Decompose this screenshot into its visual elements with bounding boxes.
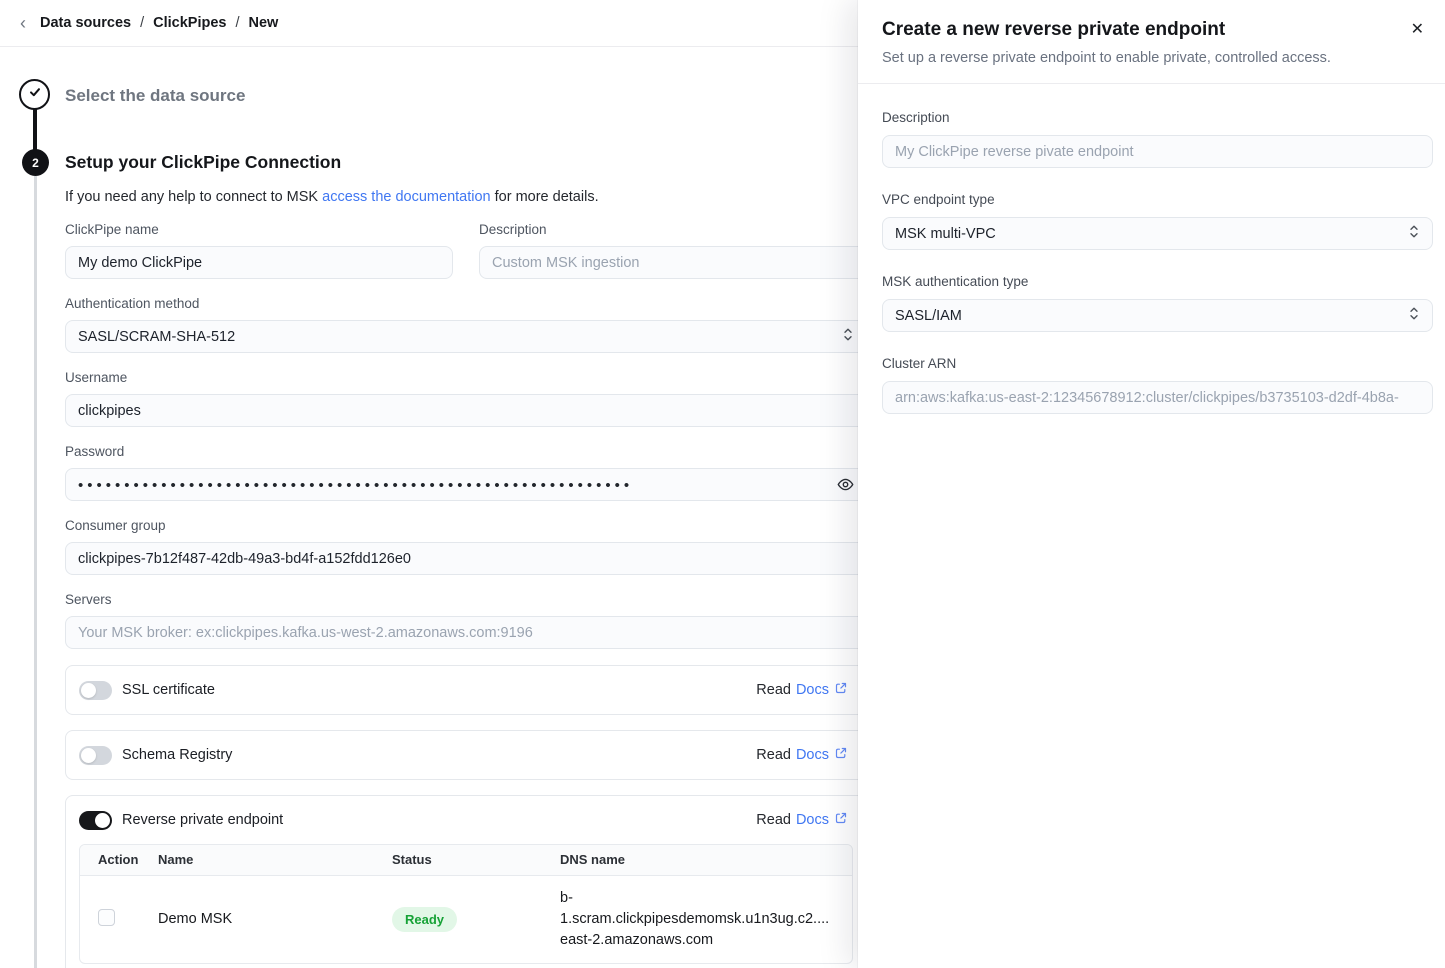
endpoint-name-cell: Demo MSK <box>158 875 392 963</box>
panel-description-input[interactable] <box>882 135 1433 168</box>
chevron-up-down-icon <box>842 327 854 346</box>
external-link-icon[interactable] <box>834 681 848 699</box>
reverse-endpoint-table: Action Name Status DNS name Demo MSK Rea… <box>79 844 853 964</box>
panel-description-field: Description <box>882 110 1433 168</box>
status-badge: Ready <box>392 907 457 932</box>
clickpipes-setup-page: ‹ Data sources / ClickPipes / New 2 Sele… <box>0 0 1445 968</box>
description-input[interactable] <box>479 246 867 279</box>
dns-line: 1.scram.clickpipesdemomsk.u1n3ug.c2.... <box>560 909 852 930</box>
step-1-complete-indicator <box>19 79 50 110</box>
description-label: Description <box>479 222 867 238</box>
schema-registry-section: Schema Registry Read Docs <box>65 730 867 780</box>
reverse-endpoint-docs-link[interactable]: Docs <box>796 812 829 828</box>
authentication-method-select[interactable]: SASL/SCRAM-SHA-512 <box>65 320 867 353</box>
external-link-icon[interactable] <box>834 811 848 829</box>
back-chevron-icon[interactable]: ‹ <box>20 14 26 32</box>
password-label: Password <box>65 444 867 460</box>
reverse-private-endpoint-label: Reverse private endpoint <box>122 812 283 828</box>
main-content: Select the data source Setup your ClickP… <box>65 47 867 968</box>
username-label: Username <box>65 370 867 386</box>
step-2-title: Setup your ClickPipe Connection <box>65 152 867 173</box>
cluster-arn-input[interactable] <box>882 381 1433 414</box>
cluster-arn-field: Cluster ARN <box>882 356 1433 414</box>
breadcrumb-separator: / <box>235 15 239 31</box>
ssl-certificate-section: SSL certificate Read Docs <box>65 665 867 715</box>
show-password-eye-icon[interactable] <box>837 476 854 493</box>
external-link-icon[interactable] <box>834 746 848 764</box>
msk-authentication-type-label: MSK authentication type <box>882 274 1433 290</box>
ssl-certificate-toggle[interactable] <box>79 681 112 700</box>
panel-description-label: Description <box>882 110 1433 126</box>
clickpipe-name-field: ClickPipe name <box>65 222 453 279</box>
consumer-group-label: Consumer group <box>65 518 867 534</box>
step-2-indicator: 2 <box>22 149 49 176</box>
msk-authentication-type-field: MSK authentication type SASL/IAM <box>882 274 1433 332</box>
servers-field: Servers <box>65 592 867 649</box>
ssl-docs-link[interactable]: Docs <box>796 682 829 698</box>
dns-line: east-2.amazonaws.com <box>560 930 852 951</box>
servers-label: Servers <box>65 592 867 608</box>
schema-registry-toggle[interactable] <box>79 746 112 765</box>
row-select-checkbox[interactable] <box>98 909 115 926</box>
column-header-status: Status <box>392 845 560 875</box>
column-header-dns-name: DNS name <box>560 845 852 875</box>
panel-title: Create a new reverse private endpoint <box>882 18 1425 42</box>
vpc-endpoint-type-field: VPC endpoint type MSK multi-VPC <box>882 192 1433 250</box>
breadcrumb-separator: / <box>140 15 144 31</box>
help-text-before: If you need any help to connect to MSK <box>65 189 322 205</box>
vpc-endpoint-type-label: VPC endpoint type <box>882 192 1433 208</box>
msk-authentication-type-select[interactable]: SASL/IAM <box>882 299 1433 332</box>
authentication-method-field: Authentication method SASL/SCRAM-SHA-512 <box>65 296 867 353</box>
breadcrumb-new: New <box>248 15 278 31</box>
documentation-link[interactable]: access the documentation <box>322 189 490 205</box>
consumer-group-input[interactable] <box>65 542 867 575</box>
dns-name-cell: b- 1.scram.clickpipesdemomsk.u1n3ug.c2..… <box>560 875 852 963</box>
stepper-connector <box>33 109 37 151</box>
ssl-certificate-label: SSL certificate <box>122 682 215 698</box>
table-row: Demo MSK Ready b- 1.scram.clickpipesdemo… <box>80 875 852 963</box>
panel-subtitle: Set up a reverse private endpoint to ena… <box>882 49 1425 67</box>
create-reverse-endpoint-panel: Create a new reverse private endpoint Se… <box>858 0 1445 968</box>
description-field: Description <box>479 222 867 279</box>
servers-input[interactable] <box>65 616 867 649</box>
read-text: Read <box>756 747 791 763</box>
schema-registry-docs-link[interactable]: Docs <box>796 747 829 763</box>
cluster-arn-label: Cluster ARN <box>882 356 1433 372</box>
column-header-name: Name <box>158 845 392 875</box>
clickpipe-name-input[interactable] <box>65 246 453 279</box>
panel-header: Create a new reverse private endpoint Se… <box>858 0 1445 84</box>
authentication-method-value: SASL/SCRAM-SHA-512 <box>78 329 235 345</box>
password-masked-value: ••••••••••••••••••••••••••••••••••••••••… <box>78 477 633 494</box>
password-field: Password •••••••••••••••••••••••••••••••… <box>65 444 867 501</box>
clickpipe-name-label: ClickPipe name <box>65 222 453 238</box>
username-input[interactable] <box>65 394 867 427</box>
step-1-title: Select the data source <box>65 86 867 106</box>
help-text: If you need any help to connect to MSK a… <box>65 187 867 207</box>
consumer-group-field: Consumer group <box>65 518 867 575</box>
authentication-method-label: Authentication method <box>65 296 867 312</box>
breadcrumb-clickpipes[interactable]: ClickPipes <box>153 15 226 31</box>
username-field: Username <box>65 370 867 427</box>
password-input[interactable]: ••••••••••••••••••••••••••••••••••••••••… <box>65 468 867 501</box>
vpc-endpoint-type-select[interactable]: MSK multi-VPC <box>882 217 1433 250</box>
chevron-up-down-icon <box>1408 306 1420 325</box>
read-text: Read <box>756 682 791 698</box>
reverse-private-endpoint-toggle[interactable] <box>79 811 112 830</box>
schema-registry-label: Schema Registry <box>122 747 232 763</box>
dns-line: b- <box>560 888 852 909</box>
column-header-action: Action <box>80 845 158 875</box>
help-text-after: for more details. <box>491 189 599 205</box>
stepper-rail-line <box>34 176 37 968</box>
reverse-private-endpoint-section: Reverse private endpoint Read Docs Actio… <box>65 795 867 968</box>
close-icon[interactable]: ✕ <box>1411 22 1424 38</box>
vpc-endpoint-type-value: MSK multi-VPC <box>895 226 996 242</box>
breadcrumb: ‹ Data sources / ClickPipes / New <box>0 0 858 47</box>
read-text: Read <box>756 812 791 828</box>
check-icon <box>27 84 43 105</box>
msk-authentication-type-value: SASL/IAM <box>895 308 962 324</box>
chevron-up-down-icon <box>1408 224 1420 243</box>
breadcrumb-data-sources[interactable]: Data sources <box>40 15 131 31</box>
